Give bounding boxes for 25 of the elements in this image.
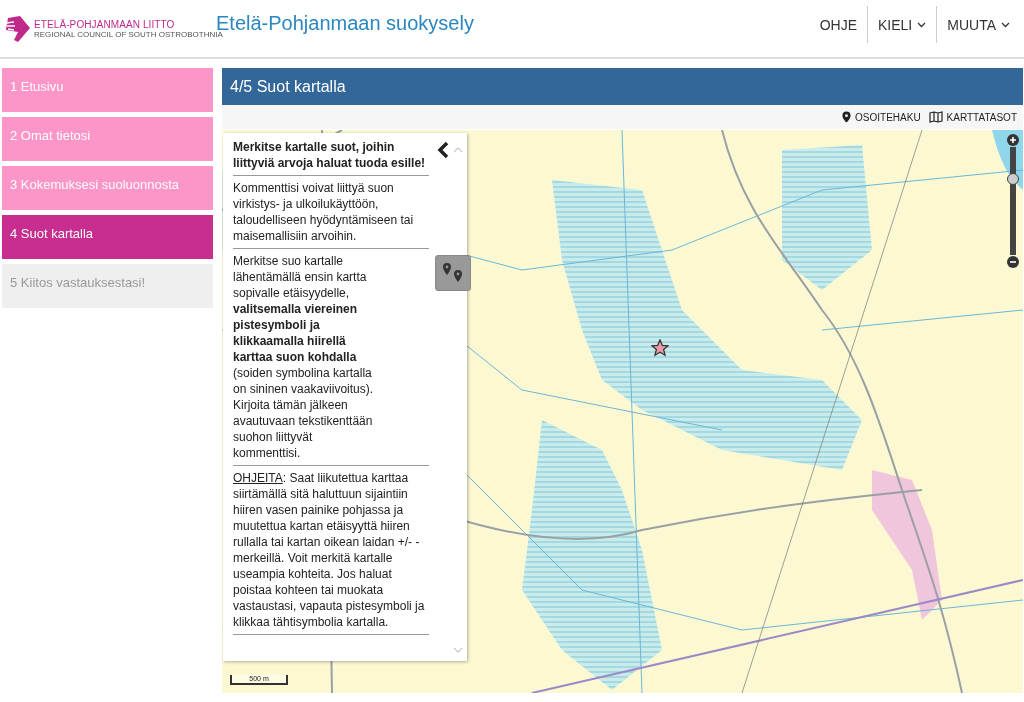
dropdown-menu-button[interactable]: KIELI xyxy=(867,6,937,43)
zoom-slider[interactable] xyxy=(1010,147,1016,255)
nav-link[interactable]: OHJE xyxy=(809,6,867,43)
instructions-text: Merkitse suo kartalle lähentämällä ensin kartta sopivalle etäisyydelle, valitsemalla viereinen pistesymboli ja klikkaamalla hiirellä karttaa suon kohdalla (soiden symbolina kartalla on sininen vaakaviivoitus). Kirjoita tämän jälkeen avautuvaan tekstikenttään suohon liittyvät kommenttisi. xyxy=(233,253,375,461)
map-tool-button[interactable]: OSOITEHAKU xyxy=(842,111,921,123)
panel-heading: Merkitse kartalle suot, joihin liittyviä arvoja haluat tuoda esille! xyxy=(233,139,427,171)
point-symbol-button[interactable] xyxy=(435,255,471,291)
help-text: OHJEITA: Saat liikutettua karttaa siirtämällä sitä haluttuun sijaintiin hiiren vasen painike pohjassa ja muutettua kartan etäisyyttä hiiren rullalla tai kartan oikean laidan +/- -merkeillä. Voit merkitä kartalle useampia kohteita. Jos haluat poistaa kohteen tai muokata vastaustasi, vapauta pistesymboli ja klikkaa tähtisymbolia kartalla. xyxy=(233,470,426,630)
collapse-chevron-icon[interactable] xyxy=(437,141,449,159)
logo-name: ETELÄ-POHJANMAAN LIITTO xyxy=(34,18,176,30)
dropdown-menu-button[interactable]: MUUTA xyxy=(936,6,1020,43)
help-link[interactable]: OHJEITA xyxy=(233,471,283,485)
map-icon xyxy=(928,111,943,123)
step-tab[interactable]: 4 Suot kartalla xyxy=(2,215,213,259)
location-pin-icon xyxy=(842,111,852,123)
zoom-in-icon[interactable] xyxy=(1007,134,1019,146)
intro-text: Kommenttisi voivat liittyä suon virkistys- ja ulkoilukäyttöön, taloudelliseen hyödyntämiseen tai maisemallisiin arvoihin. xyxy=(233,180,415,244)
page-title-bar: 4/5 Suot kartalla xyxy=(222,68,1023,105)
caret-icon xyxy=(917,21,927,28)
caret-icon xyxy=(1001,21,1010,28)
logo-subtitle: REGIONAL COUNCIL OF SOUTH OSTROBOTHNIA xyxy=(34,29,223,39)
star-icon[interactable] xyxy=(651,339,669,357)
logo-icon xyxy=(4,13,30,44)
zoom-out-icon[interactable] xyxy=(1007,256,1019,268)
map-tool-button[interactable]: KARTTATASOT xyxy=(928,111,1017,123)
